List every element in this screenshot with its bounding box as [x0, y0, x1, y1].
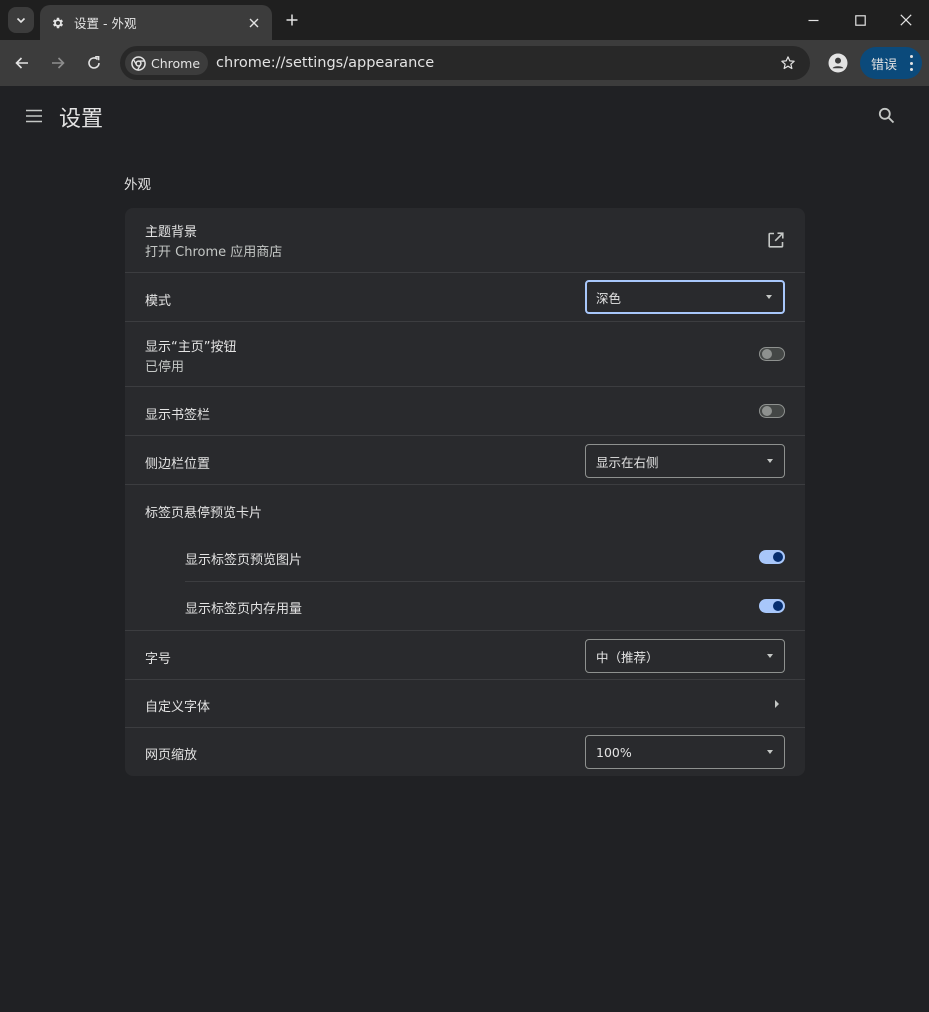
appearance-card: 主题背景 打开 Chrome 应用商店 模式 深色 显示“主页”按钮 已停用 显…	[125, 208, 805, 776]
error-label: 错误	[871, 54, 897, 73]
memory-usage-row[interactable]: 显示标签页内存用量	[185, 581, 805, 630]
maximize-button[interactable]	[837, 0, 883, 40]
preview-image-row[interactable]: 显示标签页预览图片	[185, 533, 805, 581]
reload-button[interactable]	[80, 49, 108, 77]
url-text[interactable]: chrome://settings/appearance	[216, 55, 774, 71]
hover-card-section: 标签页悬停预览卡片 显示标签页预览图片 显示标签页内存用量	[125, 484, 805, 630]
dropdown-caret-icon	[767, 459, 773, 463]
search-settings-button[interactable]	[874, 103, 898, 127]
home-button-toggle[interactable]	[759, 347, 785, 361]
arrow-right-icon	[775, 700, 779, 708]
back-button[interactable]	[8, 49, 36, 77]
side-panel-label: 侧边栏位置	[145, 453, 210, 472]
bookmarks-bar-label: 显示书签栏	[145, 404, 210, 423]
active-tab[interactable]: 设置 - 外观	[40, 5, 272, 40]
bookmarks-bar-toggle[interactable]	[759, 404, 785, 418]
font-size-select[interactable]: 中（推荐）	[585, 639, 785, 673]
page-zoom-label: 网页缩放	[145, 744, 197, 763]
more-vert-icon	[909, 55, 913, 71]
custom-fonts-label: 自定义字体	[145, 696, 210, 715]
main-menu-button[interactable]	[22, 104, 46, 128]
dropdown-caret-icon	[767, 654, 773, 658]
theme-label: 主题背景	[145, 221, 197, 240]
home-button-sublabel: 已停用	[145, 356, 184, 375]
browser-toolbar: Chrome chrome://settings/appearance 错误	[0, 40, 929, 86]
home-button-row[interactable]: 显示“主页”按钮 已停用	[125, 321, 805, 386]
minimize-button[interactable]	[790, 0, 836, 40]
new-tab-button[interactable]	[280, 8, 304, 32]
error-menu-button[interactable]: 错误	[860, 47, 922, 79]
open-in-new-icon[interactable]	[767, 231, 785, 249]
forward-button[interactable]	[44, 49, 72, 77]
dropdown-caret-icon	[767, 750, 773, 754]
page-zoom-select-value: 100%	[596, 745, 632, 760]
memory-usage-label: 显示标签页内存用量	[185, 598, 302, 617]
font-size-label: 字号	[145, 648, 171, 667]
preview-image-label: 显示标签页预览图片	[185, 549, 302, 568]
close-icon	[900, 14, 912, 26]
plus-icon	[286, 14, 298, 26]
mode-row: 模式 深色	[125, 272, 805, 321]
arrow-left-icon	[14, 55, 30, 71]
side-panel-select-value: 显示在右侧	[596, 452, 659, 471]
mode-select[interactable]: 深色	[585, 280, 785, 314]
memory-usage-toggle[interactable]	[759, 599, 785, 613]
close-tab-icon[interactable]	[246, 15, 262, 31]
site-info-chip[interactable]: Chrome	[125, 51, 208, 75]
home-button-label: 显示“主页”按钮	[145, 336, 236, 355]
reload-icon	[86, 55, 102, 71]
bookmark-star-button[interactable]	[774, 49, 802, 77]
page-title: 设置	[59, 101, 103, 133]
custom-fonts-row[interactable]: 自定义字体	[125, 679, 805, 727]
chrome-logo-icon	[131, 56, 146, 71]
address-bar[interactable]: Chrome chrome://settings/appearance	[120, 46, 810, 80]
bookmarks-bar-row[interactable]: 显示书签栏	[125, 386, 805, 435]
font-size-row: 字号 中（推荐）	[125, 630, 805, 679]
hamburger-menu-icon	[25, 109, 43, 123]
font-size-select-value: 中（推荐）	[596, 647, 659, 666]
close-window-button[interactable]	[883, 0, 929, 40]
theme-row[interactable]: 主题背景 打开 Chrome 应用商店	[125, 208, 805, 272]
person-icon	[828, 53, 848, 73]
theme-sublabel: 打开 Chrome 应用商店	[145, 241, 282, 260]
tab-title: 设置 - 外观	[74, 13, 246, 32]
arrow-right-icon	[50, 55, 66, 71]
star-icon	[780, 55, 796, 71]
minimize-icon	[808, 15, 819, 26]
side-panel-row: 侧边栏位置 显示在右侧	[125, 435, 805, 484]
chevron-down-icon	[15, 14, 27, 26]
section-title: 外观	[124, 173, 151, 193]
search-icon	[878, 107, 895, 124]
page-zoom-select[interactable]: 100%	[585, 735, 785, 769]
maximize-icon	[855, 15, 866, 26]
dropdown-caret-icon	[766, 295, 772, 299]
hover-card-label: 标签页悬停预览卡片	[145, 502, 262, 521]
profile-button[interactable]	[824, 49, 852, 77]
gear-icon	[50, 15, 66, 31]
mode-select-value: 深色	[596, 288, 621, 307]
title-bar: 设置 - 外观	[0, 0, 929, 40]
side-panel-select[interactable]: 显示在右侧	[585, 444, 785, 478]
preview-image-toggle[interactable]	[759, 550, 785, 564]
page-zoom-row: 网页缩放 100%	[125, 727, 805, 776]
chip-label: Chrome	[151, 56, 200, 71]
tab-search-button[interactable]	[8, 7, 34, 33]
mode-label: 模式	[145, 290, 171, 309]
